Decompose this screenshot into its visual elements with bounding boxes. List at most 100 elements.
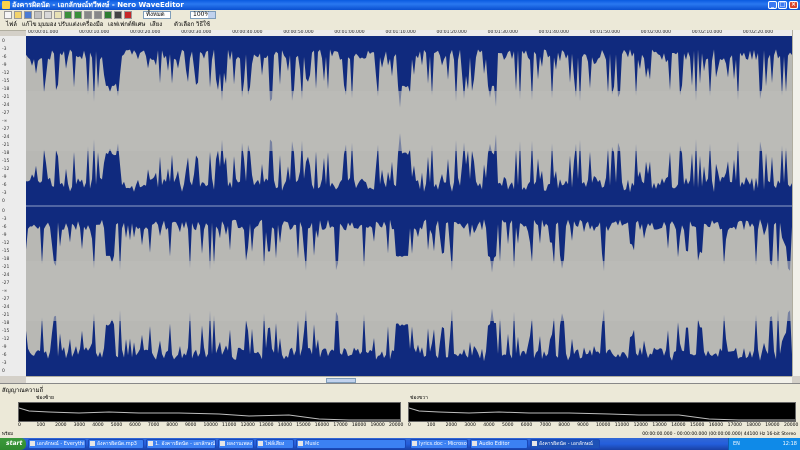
db-label: -21: [2, 313, 10, 318]
undo-icon[interactable]: [64, 11, 72, 19]
spectrum-axis-label: 2000: [55, 423, 67, 428]
taskbar-task[interactable]: 1. อังคารผิดนัด - เอกลักษณ์: [146, 439, 216, 449]
spectrum-axis-label: 3000: [464, 423, 476, 428]
spectrum-axis-label: 20000: [389, 423, 404, 428]
waveform-core: [26, 261, 792, 321]
tray-lang[interactable]: EN: [733, 438, 740, 450]
play-icon[interactable]: [104, 11, 112, 19]
db-label: -27: [2, 281, 10, 286]
start-button[interactable]: start: [0, 438, 26, 450]
zoom-select[interactable]: ทั้งหมด: [143, 11, 171, 19]
menu-item[interactable]: แก้ไข: [22, 21, 37, 29]
close-button[interactable]: ×: [789, 1, 798, 9]
maximize-button[interactable]: □: [778, 1, 787, 9]
taskbar-task[interactable]: Audio Editor: [470, 439, 528, 449]
vertical-scrollbar[interactable]: [792, 30, 800, 376]
db-label: -6: [2, 183, 7, 188]
minimize-button[interactable]: _: [768, 1, 777, 9]
spectrum-axis-label: 4000: [483, 423, 495, 428]
spectrum-axis-label: 12000: [633, 423, 648, 428]
db-label: -15: [2, 79, 10, 84]
menu-item[interactable]: มุมมอง: [38, 21, 56, 29]
menu-item[interactable]: ปรับแต่ง: [58, 21, 80, 29]
app-icon: [258, 441, 263, 446]
db-label: -12: [2, 241, 10, 246]
db-label: -12: [2, 337, 10, 342]
record-icon[interactable]: [124, 11, 132, 19]
spectrum-axis-label: 12000: [240, 423, 255, 428]
spectrum-axis-label: 6000: [520, 423, 533, 428]
spectrum-axis-label: 8000: [558, 423, 570, 428]
spectrum-axis-label: 0: [18, 423, 21, 428]
taskbar-task[interactable]: ผลงานเพลง: [218, 439, 254, 449]
db-label: -6: [2, 353, 7, 358]
task-label: Music: [305, 441, 320, 447]
menu-item[interactable]: วิธีใช้: [196, 21, 210, 29]
app-icon: [298, 441, 303, 446]
app-icon: [90, 441, 95, 446]
spectrum-axis-label: 8000: [166, 423, 178, 428]
chevron-down-icon: [208, 12, 215, 18]
taskbar-task[interactable]: อังคารผิดนัด.mp3: [88, 439, 144, 449]
db-label: -15: [2, 159, 10, 164]
spectrum-axis-label: 16000: [314, 423, 330, 428]
waveform-view[interactable]: [26, 36, 792, 376]
task-label: lyrics.doc - Microsoft W...: [419, 441, 467, 447]
cut-icon[interactable]: [34, 11, 42, 19]
zoom-out-icon[interactable]: [94, 11, 102, 19]
spectrum-axis-label: 15000: [296, 423, 311, 428]
db-label: -3: [2, 47, 7, 52]
status-left: พร้อม: [2, 432, 14, 437]
taskbar-task[interactable]: อังคารผิดนัด - เอกลักษณ์: [530, 439, 600, 449]
menu-item[interactable]: เครื่องมือ: [80, 21, 103, 29]
percent-select[interactable]: 100%: [190, 11, 216, 19]
db-scale: 0 0 -3 -3 -6 -6 -9 -9 -12 -12 -15 -15 -18 -18 -21 -21 -2…: [0, 36, 27, 376]
menu-item[interactable]: เอฟเฟกต์พิเศษ: [108, 21, 146, 29]
paste-icon[interactable]: [54, 11, 62, 19]
spectrum-axis-label: 14000: [277, 423, 293, 428]
open-icon[interactable]: [14, 11, 22, 19]
db-label: -18: [2, 87, 10, 92]
right-channel-title: ช่องขวา: [410, 395, 428, 401]
taskbar-task[interactable]: เอกลักษณ์ - Everything: [28, 439, 86, 449]
stop-icon[interactable]: [114, 11, 122, 19]
spectrum-axis-label: 10000: [203, 423, 218, 428]
db-label: -27: [2, 297, 10, 302]
spectrum-axis-label: 6000: [129, 423, 141, 428]
task-label: เอกลักษณ์ - Everything: [37, 441, 86, 447]
redo-icon[interactable]: [74, 11, 82, 19]
app-icon: [2, 1, 10, 9]
save-icon[interactable]: [24, 11, 32, 19]
spectrum-axis-label: 19000: [370, 423, 385, 428]
clock: 12:18: [782, 441, 797, 447]
spectrum-axis-label: 15000: [690, 423, 705, 428]
copy-icon[interactable]: [44, 11, 52, 19]
system-tray: EN 12:18: [728, 438, 800, 450]
db-label: -9: [2, 233, 7, 238]
waveform-canvas[interactable]: [26, 36, 792, 376]
db-label: -12: [2, 167, 10, 172]
db-label: -18: [2, 321, 10, 326]
taskbar-task[interactable]: lyrics.doc - Microsoft W...: [410, 439, 468, 449]
new-icon[interactable]: [4, 11, 12, 19]
menu-item[interactable]: ไฟล์: [6, 21, 17, 29]
spectrum-axis-label: 19000: [765, 423, 780, 428]
spectrum-axis-label: 16000: [708, 423, 724, 428]
taskbar-task[interactable]: Music: [296, 439, 406, 449]
taskbar: start เอกลักษณ์ - Everything อังคารผิดนัด…: [0, 438, 800, 450]
menu-item[interactable]: ตัวเลือก: [174, 21, 194, 29]
zoom-in-icon[interactable]: [84, 11, 92, 19]
spectrum-axis-label: 17000: [727, 423, 742, 428]
left-channel-title: ช่องซ้าย: [36, 395, 54, 401]
db-label: -21: [2, 143, 10, 148]
spectrum-axis-label: 11000: [614, 423, 630, 428]
taskbar-task[interactable]: ไฟล์เสียง: [256, 439, 294, 449]
spectrum-axis-label: 9000: [184, 423, 197, 428]
db-label: -9: [2, 175, 7, 180]
menu-item[interactable]: เสียง: [150, 21, 162, 29]
db-label: -18: [2, 151, 10, 156]
task-label: ผลงานเพลง: [227, 441, 253, 447]
db-label: -3: [2, 191, 7, 196]
task-label: อังคารผิดนัด - เอกลักษณ์: [539, 441, 593, 447]
spectrum-axis-label: 18000: [351, 423, 367, 428]
